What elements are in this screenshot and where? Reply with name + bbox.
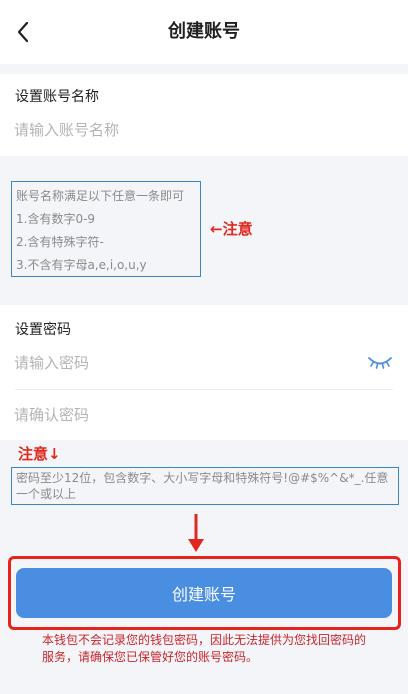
annotation-note-down: 注意↓ bbox=[18, 445, 61, 463]
account-name-label: 设置账号名称 bbox=[15, 89, 99, 105]
confirm-password-input[interactable] bbox=[14, 403, 384, 427]
eye-closed-icon[interactable] bbox=[367, 354, 393, 370]
page-title: 创建账号 bbox=[168, 21, 240, 42]
password-section: 设置密码 bbox=[0, 305, 408, 440]
password-hint-box: 密码至少12位，包含数字、大小写字母和特殊符号!@#$%^&*_.任意一个或以上 bbox=[11, 467, 399, 505]
disclaimer-text: 本钱包不会记录您的钱包密码，因此无法提供为您找回密码的服务，请确保您已保管好您的… bbox=[42, 633, 367, 664]
account-name-input[interactable] bbox=[14, 118, 384, 142]
name-rules-box: 账号名称满足以下任意一条即可 1.含有数字0-9 2.含有特殊字符- 3.不含有… bbox=[11, 181, 201, 277]
name-rules-line: 1.含有数字0-9 bbox=[16, 212, 96, 226]
create-account-button[interactable]: 创建账号 bbox=[16, 568, 392, 618]
top-bar: 创建账号 bbox=[0, 0, 408, 64]
arrow-down-icon bbox=[188, 514, 204, 552]
password-input[interactable] bbox=[14, 351, 344, 375]
name-rules-line: 2.含有特殊字符- bbox=[16, 235, 104, 249]
name-rules-line: 账号名称满足以下任意一条即可 bbox=[16, 189, 185, 203]
password-label: 设置密码 bbox=[15, 322, 71, 338]
annotation-note-right: ←注意 bbox=[210, 220, 253, 238]
name-rules-line: 3.不含有字母a,e,i,o,u,y bbox=[16, 258, 147, 272]
divider bbox=[15, 389, 393, 390]
account-name-section: 设置账号名称 bbox=[0, 74, 408, 156]
